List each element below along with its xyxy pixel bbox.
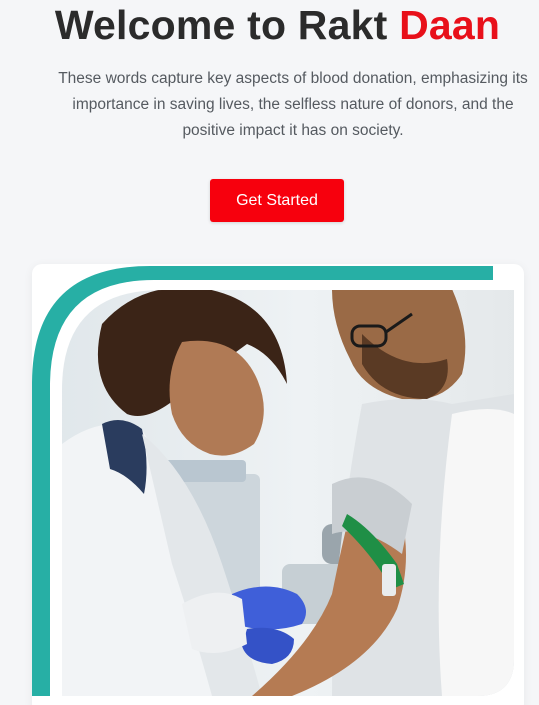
page-title: Welcome to Rakt Daan xyxy=(0,2,539,49)
landing-page: Welcome to Rakt Daan These words capture… xyxy=(0,0,539,705)
hero-image-card xyxy=(32,264,524,705)
donation-photo xyxy=(62,290,514,696)
hero-description: These words capture key aspects of blood… xyxy=(58,70,528,139)
blood-donation-illustration xyxy=(32,266,514,696)
title-main-text: Welcome to Rakt xyxy=(54,2,400,48)
title-accent-text: Daan xyxy=(399,2,501,48)
get-started-button[interactable]: Get Started xyxy=(210,179,344,222)
